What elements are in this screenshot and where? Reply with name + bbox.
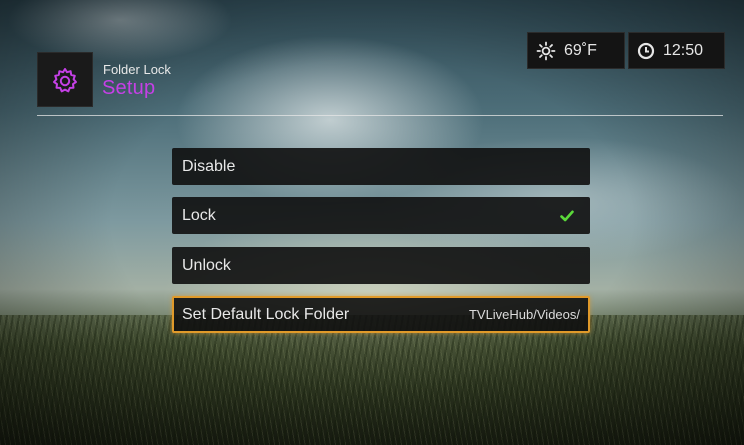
menu-item-label: Unlock <box>182 256 231 274</box>
checkmark-icon <box>560 210 580 222</box>
page-title: Setup <box>102 77 156 99</box>
menu-item-unlock[interactable]: Unlock <box>172 247 590 284</box>
menu-item-label: Lock <box>182 206 216 224</box>
app-name: Folder Lock <box>103 62 171 77</box>
app-icon-tile <box>37 52 93 107</box>
clock-status: 12:50 <box>628 32 725 69</box>
gear-icon <box>53 67 77 92</box>
time-value: 12:50 <box>663 41 704 59</box>
temperature-value: 69˚F <box>564 41 597 59</box>
weather-status: 69˚F <box>527 32 625 69</box>
menu-item-label: Set Default Lock Folder <box>182 305 350 323</box>
sun-icon <box>536 41 556 61</box>
menu-item-set-default-lock-folder[interactable]: Set Default Lock Folder TVLiveHub/Videos… <box>172 296 590 333</box>
menu-item-label: Disable <box>182 157 236 175</box>
menu-item-disable[interactable]: Disable <box>172 148 590 185</box>
clock-icon <box>637 42 655 60</box>
default-folder-path: TVLiveHub/Videos/ <box>468 307 580 322</box>
header-divider <box>37 115 723 116</box>
menu-item-lock[interactable]: Lock <box>172 197 590 234</box>
